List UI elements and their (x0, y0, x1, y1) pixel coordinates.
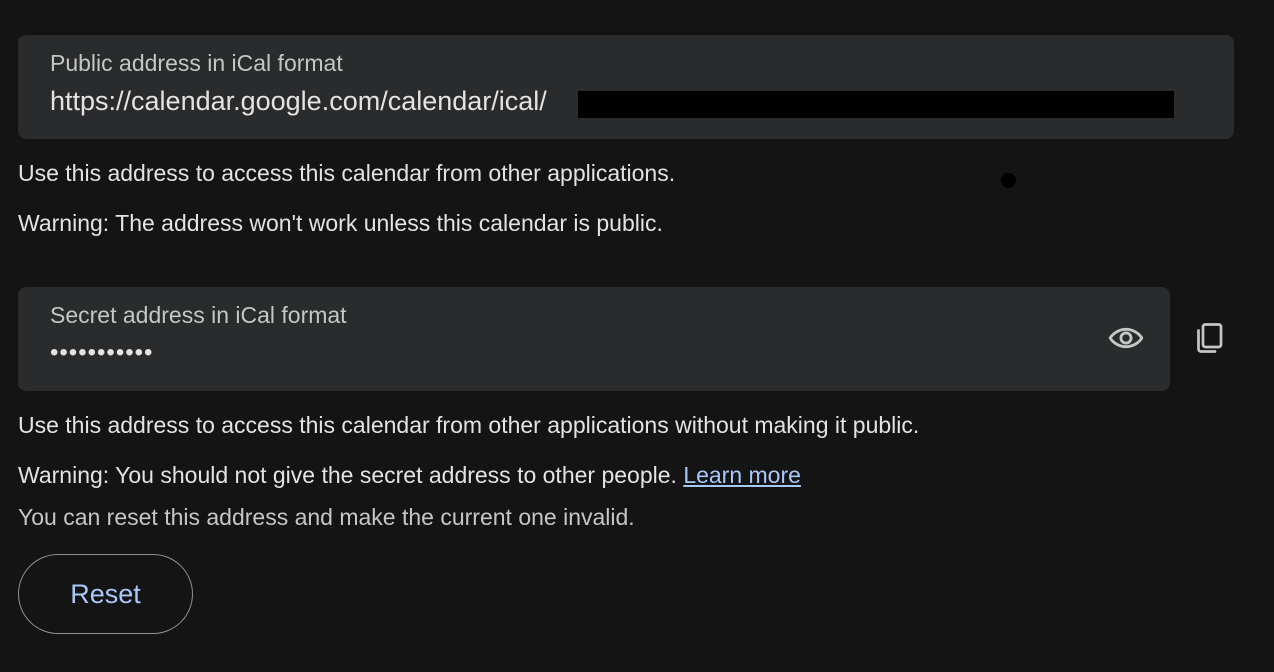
secret-address-help: Use this address to access this calendar… (18, 412, 920, 438)
reset-button[interactable]: Reset (18, 554, 193, 634)
public-address-value[interactable]: https://calendar.google.com/calendar/ica… (50, 86, 547, 117)
public-address-label: Public address in iCal format (50, 50, 343, 76)
secret-address-field[interactable]: Secret address in iCal format ••••••••••… (18, 287, 1170, 391)
learn-more-link[interactable]: Learn more (683, 462, 801, 488)
secret-address-value[interactable]: ••••••••••• (50, 339, 153, 367)
secret-address-warning-line: Warning: You should not give the secret … (18, 462, 801, 489)
eye-icon (1108, 327, 1144, 349)
secret-address-warning: Warning: You should not give the secret … (18, 462, 677, 488)
copy-icon (1197, 323, 1223, 353)
redaction-dot (1001, 173, 1016, 188)
public-address-help: Use this address to access this calendar… (18, 160, 676, 186)
redaction-block (578, 91, 1174, 118)
show-secret-button[interactable] (1104, 316, 1148, 360)
reset-note: You can reset this address and make the … (18, 504, 635, 530)
public-address-field[interactable]: Public address in iCal format https://ca… (18, 35, 1234, 139)
copy-secret-button[interactable] (1187, 316, 1231, 360)
secret-address-label: Secret address in iCal format (50, 302, 347, 328)
public-address-warning: Warning: The address won't work unless t… (18, 210, 663, 236)
